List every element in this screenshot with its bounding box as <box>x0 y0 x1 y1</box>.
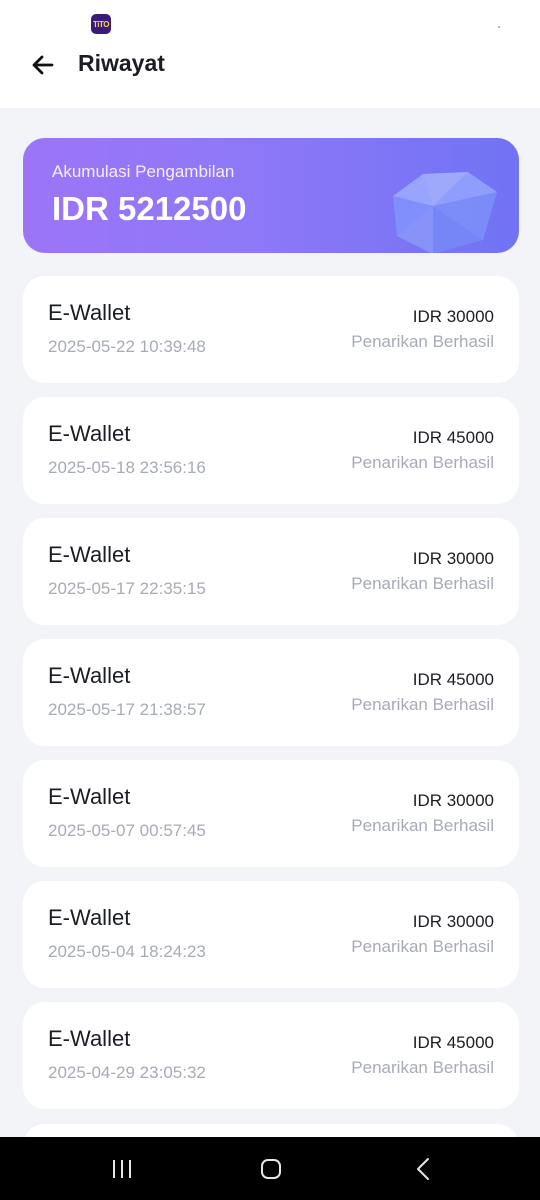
transaction-date: 2025-05-04 18:24:23 <box>48 942 206 961</box>
transaction-status: Penarikan Berhasil <box>351 574 494 593</box>
transaction-item[interactable]: E-Wallet 2025-05-18 23:56:16 IDR 45000 P… <box>23 397 519 504</box>
transaction-amount: IDR 45000 <box>412 1033 494 1052</box>
status-indicator-dot <box>498 26 500 28</box>
transaction-list: E-Wallet 2025-05-22 10:39:48 IDR 30000 P… <box>23 276 519 1123</box>
transaction-date: 2025-05-22 10:39:48 <box>48 337 206 356</box>
back-button[interactable] <box>24 46 62 84</box>
transaction-status: Penarikan Berhasil <box>351 1058 494 1077</box>
transaction-status: Penarikan Berhasil <box>351 816 494 835</box>
recent-apps-icon[interactable] <box>110 1159 134 1179</box>
transaction-item[interactable]: E-Wallet 2025-05-17 22:35:15 IDR 30000 P… <box>23 518 519 625</box>
transaction-date: 2025-04-29 23:05:32 <box>48 1063 206 1082</box>
transaction-item[interactable]: E-Wallet 2025-05-17 21:38:57 IDR 45000 P… <box>23 639 519 746</box>
transaction-item[interactable]: E-Wallet 2025-05-04 18:24:23 IDR 30000 P… <box>23 881 519 988</box>
diamond-icon <box>393 172 497 253</box>
transaction-amount: IDR 30000 <box>412 791 494 810</box>
transaction-date: 2025-05-18 23:56:16 <box>48 458 206 477</box>
transaction-method: E-Wallet <box>48 300 131 325</box>
system-navigation-bar <box>0 1137 540 1200</box>
transaction-item[interactable]: E-Wallet 2025-05-22 10:39:48 IDR 30000 P… <box>23 276 519 383</box>
transaction-amount: IDR 45000 <box>412 670 494 689</box>
transaction-method: E-Wallet <box>48 784 131 809</box>
transaction-method: E-Wallet <box>48 905 131 930</box>
summary-total-value: IDR 5212500 <box>52 190 247 227</box>
transaction-method: E-Wallet <box>48 542 131 567</box>
transaction-method: E-Wallet <box>48 421 131 446</box>
app-notification-icon: TiTO <box>91 14 111 34</box>
summary-label: Akumulasi Pengambilan <box>52 162 235 181</box>
home-icon[interactable] <box>259 1157 283 1181</box>
transaction-method: E-Wallet <box>48 663 131 688</box>
transaction-item[interactable]: E-Wallet 2025-05-07 00:57:45 IDR 30000 P… <box>23 760 519 867</box>
transaction-status: Penarikan Berhasil <box>351 937 494 956</box>
transaction-amount: IDR 30000 <box>412 549 494 568</box>
status-bar: TiTO <box>0 0 540 42</box>
transaction-amount: IDR 30000 <box>412 307 494 326</box>
app-header: Riwayat <box>0 42 540 108</box>
transaction-date: 2025-05-17 21:38:57 <box>48 700 206 719</box>
page-title: Riwayat <box>78 50 165 76</box>
transaction-item[interactable]: E-Wallet 2025-04-29 23:05:32 IDR 45000 P… <box>23 1002 519 1109</box>
transaction-amount: IDR 45000 <box>412 428 494 447</box>
withdrawal-summary-card: Akumulasi Pengambilan IDR 5212500 <box>23 138 519 253</box>
transaction-status: Penarikan Berhasil <box>351 695 494 714</box>
transaction-status: Penarikan Berhasil <box>351 332 494 351</box>
transaction-amount: IDR 30000 <box>412 912 494 931</box>
transaction-date: 2025-05-07 00:57:45 <box>48 821 206 840</box>
chevron-left-icon[interactable] <box>412 1157 436 1181</box>
transaction-status: Penarikan Berhasil <box>351 453 494 472</box>
transaction-method: E-Wallet <box>48 1026 131 1051</box>
transaction-date: 2025-05-17 22:35:15 <box>48 579 206 598</box>
arrow-left-icon <box>32 55 54 75</box>
